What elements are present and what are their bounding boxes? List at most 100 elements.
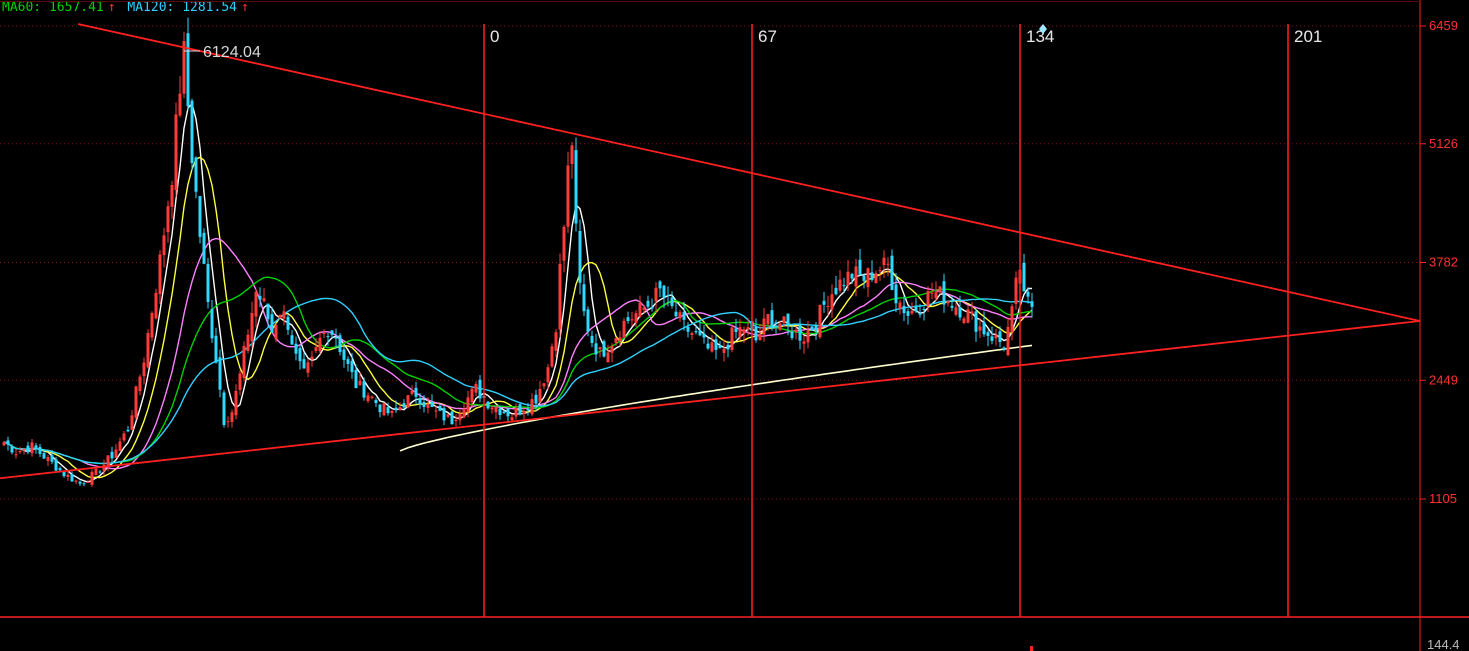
candle	[206, 263, 210, 302]
candle	[210, 309, 214, 339]
candle	[862, 275, 866, 281]
candle	[382, 403, 386, 416]
candle	[162, 235, 166, 256]
candle	[966, 309, 970, 323]
candle	[614, 338, 618, 343]
candle	[22, 449, 26, 451]
candle	[970, 311, 974, 314]
candle	[182, 41, 186, 94]
candle	[734, 328, 738, 333]
candle	[522, 411, 526, 415]
candle	[194, 157, 198, 192]
candle	[850, 273, 854, 279]
candle	[1022, 262, 1026, 292]
candle	[258, 295, 262, 300]
candle	[58, 468, 62, 471]
candle	[310, 356, 314, 360]
chart-frame	[0, 0, 1469, 651]
candle	[298, 348, 302, 362]
candle	[558, 263, 562, 330]
candle	[6, 440, 10, 445]
candle	[422, 402, 426, 407]
peak-label: 6124.04	[203, 44, 261, 61]
candle	[82, 483, 86, 485]
candle	[826, 306, 830, 308]
candle	[682, 312, 686, 320]
candle	[146, 332, 150, 368]
candle	[470, 388, 474, 403]
candle	[1030, 301, 1034, 307]
candle	[774, 322, 778, 324]
candle	[386, 407, 390, 414]
candle	[934, 292, 938, 299]
candle	[130, 415, 134, 430]
candle	[106, 455, 110, 467]
candle	[618, 337, 622, 341]
candle	[2, 442, 6, 446]
candle	[782, 316, 786, 324]
candlestick-chart: 0 67 134 201 64595126378224491105144.46124.…	[0, 0, 1469, 651]
candle	[458, 413, 462, 421]
candle	[822, 300, 826, 305]
candle	[1014, 277, 1018, 304]
candle	[630, 319, 634, 321]
moving-average-lines	[3, 102, 1033, 483]
candle	[722, 348, 726, 354]
axis-labels: 6459 5126 3782 2449 1105 144.4 6124.04	[184, 18, 1460, 651]
cycle-label: 0	[490, 27, 499, 46]
candle	[74, 480, 78, 482]
candle	[494, 407, 498, 413]
candle	[154, 292, 158, 319]
candle	[714, 339, 718, 350]
candle	[978, 326, 982, 331]
candle	[342, 349, 346, 360]
cycle-markers: 0 67 134 201	[483, 24, 1322, 651]
candle	[662, 285, 666, 298]
candle	[402, 403, 406, 408]
candle	[866, 268, 870, 288]
candle	[294, 343, 298, 354]
candle	[542, 383, 546, 387]
candle	[762, 318, 766, 335]
candle	[530, 399, 534, 415]
candle	[514, 408, 518, 417]
candle	[690, 333, 694, 336]
candle	[1006, 326, 1010, 356]
candle	[338, 335, 342, 353]
candle	[98, 471, 102, 473]
candle	[354, 369, 358, 389]
candle	[30, 442, 34, 454]
candle	[218, 357, 222, 390]
y-tick-label: 1105	[1429, 491, 1457, 506]
candle	[962, 318, 966, 323]
candle	[70, 474, 74, 482]
candle	[942, 281, 946, 305]
candle	[546, 367, 550, 383]
candle	[870, 272, 874, 280]
candle	[262, 298, 266, 302]
candle	[830, 294, 834, 310]
candle	[394, 407, 398, 410]
candle	[334, 337, 338, 339]
candle	[886, 263, 890, 265]
candle	[138, 376, 142, 392]
candle	[110, 451, 114, 459]
candle	[314, 347, 318, 351]
candle	[250, 312, 254, 342]
candle	[910, 310, 914, 314]
candle	[134, 386, 138, 418]
candle	[526, 408, 530, 411]
candle	[834, 287, 838, 295]
y-tick-label: 6459	[1429, 18, 1458, 33]
candle	[626, 317, 630, 321]
candle	[594, 343, 598, 355]
candle	[634, 313, 638, 323]
candle	[650, 307, 654, 309]
candle	[18, 450, 22, 453]
candle	[810, 326, 814, 331]
trendlines	[0, 23, 1421, 480]
candle	[950, 305, 954, 308]
y-tick-label: 5126	[1429, 136, 1458, 151]
candle	[438, 406, 442, 411]
candle	[434, 410, 438, 412]
